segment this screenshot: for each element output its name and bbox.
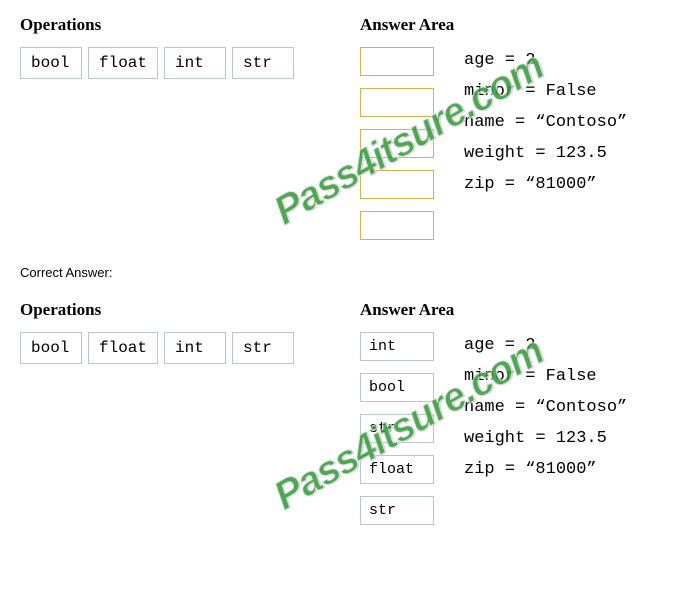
answer-area-heading: Answer Area [360, 15, 668, 35]
drop-slot-5[interactable] [360, 211, 434, 240]
code-line-3: name = “Contoso” [464, 398, 627, 417]
op-str[interactable]: str [232, 332, 294, 364]
code-line-4: weight = 123.5 [464, 429, 627, 448]
code-line-4: weight = 123.5 [464, 144, 627, 163]
filled-slot-1[interactable]: int [360, 332, 434, 361]
op-bool[interactable]: bool [20, 332, 82, 364]
operations-heading-answer: Operations [20, 300, 360, 320]
filled-slot-5[interactable]: str [360, 496, 434, 525]
answer-area-column-answer: Answer Area int bool str float str age =… [360, 300, 668, 525]
correct-answer-label: Correct Answer: [20, 265, 668, 280]
drop-slot-4[interactable] [360, 170, 434, 199]
operations-row-answer: bool float int str [20, 332, 360, 364]
code-line-1: age = 2 [464, 336, 627, 355]
drop-slot-1[interactable] [360, 47, 434, 76]
code-lines-answer: age = 2 minor = False name = “Contoso” w… [464, 332, 627, 479]
code-line-1: age = 2 [464, 51, 627, 70]
op-float[interactable]: float [88, 47, 158, 79]
code-line-5: zip = “81000” [464, 175, 627, 194]
op-str[interactable]: str [232, 47, 294, 79]
code-line-5: zip = “81000” [464, 460, 627, 479]
op-bool[interactable]: bool [20, 47, 82, 79]
answer-area-heading-answer: Answer Area [360, 300, 668, 320]
answer-section: Operations bool float int str Answer Are… [20, 300, 668, 525]
drop-slot-2[interactable] [360, 88, 434, 117]
operations-heading: Operations [20, 15, 360, 35]
op-float[interactable]: float [88, 332, 158, 364]
question-section: Operations bool float int str Answer Are… [20, 15, 668, 240]
drop-slot-3[interactable] [360, 129, 434, 158]
operations-row: bool float int str [20, 47, 360, 79]
filled-slot-2[interactable]: bool [360, 373, 434, 402]
answer-area-column: Answer Area age = 2 minor = False name =… [360, 15, 668, 240]
code-line-3: name = “Contoso” [464, 113, 627, 132]
operations-column-answer: Operations bool float int str [20, 300, 360, 364]
filled-slots: int bool str float str [360, 332, 434, 525]
filled-slot-4[interactable]: float [360, 455, 434, 484]
code-line-2: minor = False [464, 82, 627, 101]
filled-slot-3[interactable]: str [360, 414, 434, 443]
code-lines: age = 2 minor = False name = “Contoso” w… [464, 47, 627, 194]
op-int[interactable]: int [164, 47, 226, 79]
code-line-2: minor = False [464, 367, 627, 386]
op-int[interactable]: int [164, 332, 226, 364]
operations-column: Operations bool float int str [20, 15, 360, 79]
drop-slots [360, 47, 434, 240]
